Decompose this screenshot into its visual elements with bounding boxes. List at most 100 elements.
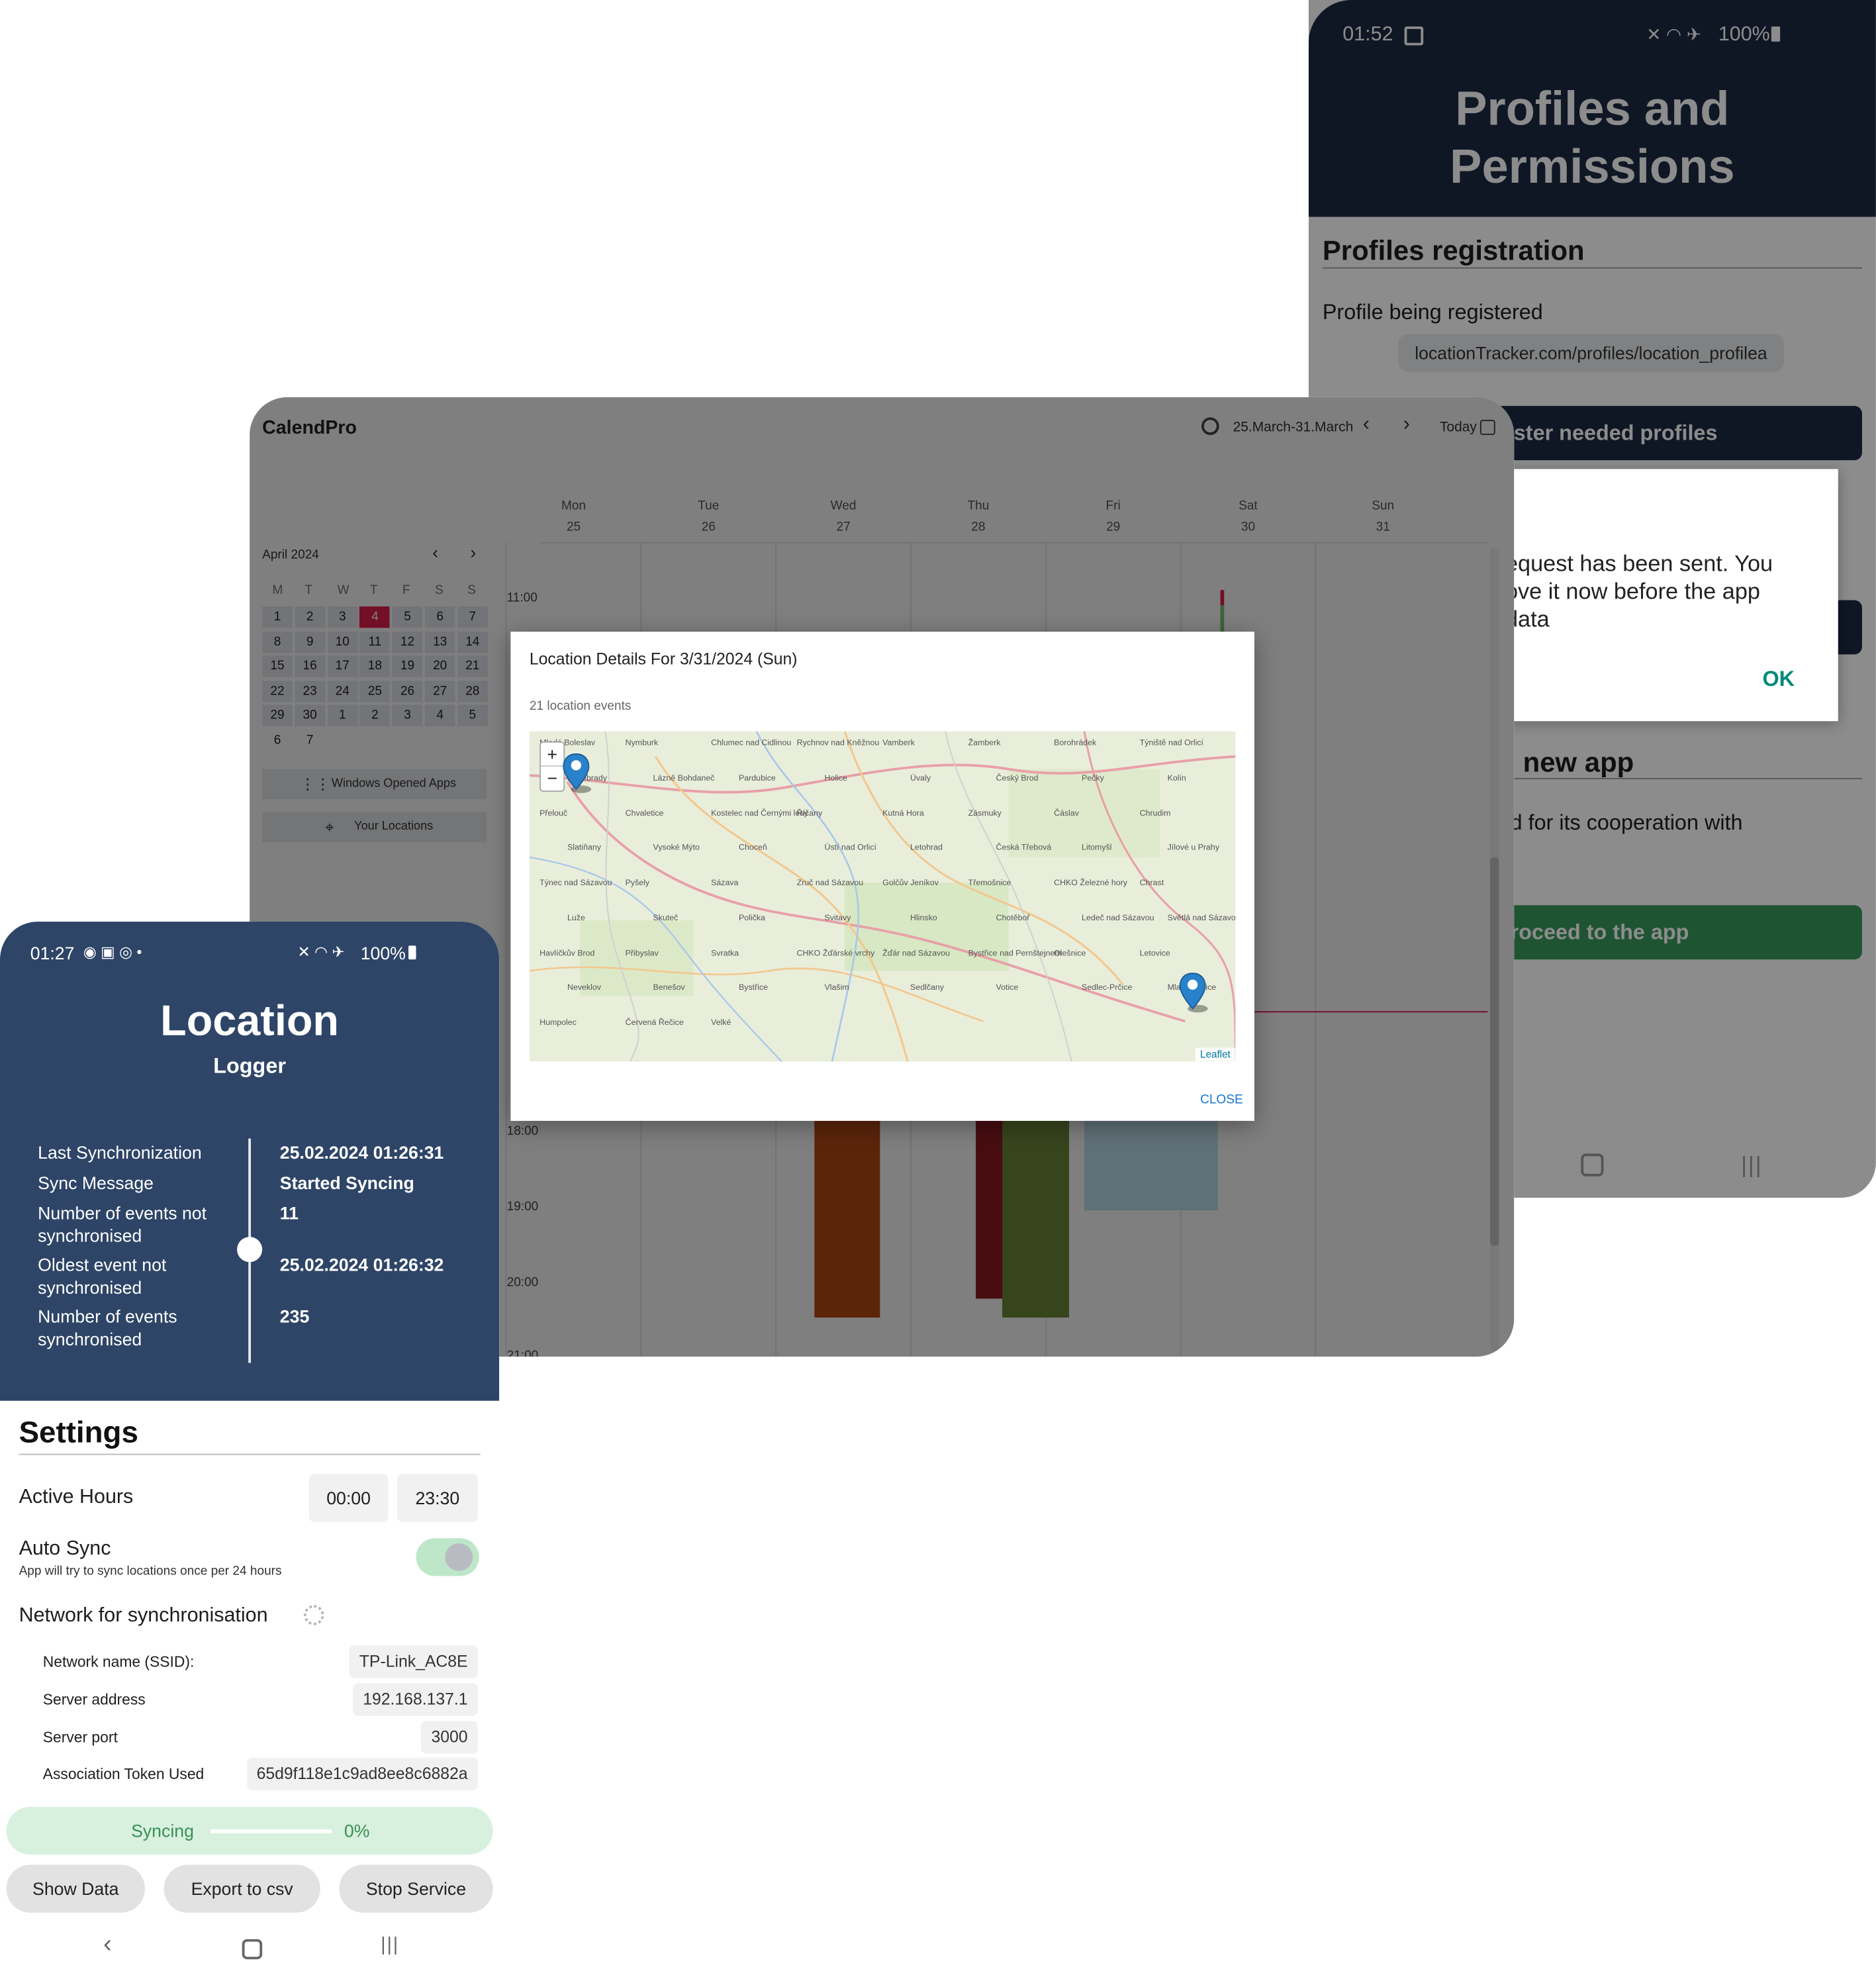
airplane-icon: ✈ (332, 943, 345, 961)
map-place-label: Jílové u Prahy (1167, 844, 1220, 853)
map-place-label: Olešnice (1054, 949, 1086, 958)
map-place-label: Zruč nad Sázavou (796, 879, 864, 888)
show-data-button[interactable]: Show Data (6, 1864, 146, 1913)
map-place-label: Chrudim (1139, 808, 1171, 818)
modal-title: Location Details For 3/31/2024 (Sun) (529, 649, 798, 669)
back-icon[interactable]: ‹ (103, 1930, 112, 1959)
map-marker-icon[interactable] (1178, 971, 1208, 1014)
map-place-label: Ústí nad Orlicí (824, 844, 876, 853)
map-place-label: Kostelec nad Černými lesy (711, 808, 808, 818)
map-place-label: Benešov (653, 984, 685, 993)
map-place-label: Říčany (796, 808, 823, 818)
map-place-label: Borohrádek (1054, 738, 1097, 748)
network-label: Network for synchronisation (19, 1605, 268, 1627)
map-marker-icon[interactable] (561, 751, 592, 795)
recent-apps-icon[interactable]: ||| (1741, 1153, 1762, 1179)
mute-icon: ✕ (297, 943, 310, 961)
map-place-label: Pečky (1082, 773, 1104, 783)
server-port-label: Server port (42, 1728, 118, 1747)
location-logger-phone-screen: 01:27 ◉ ▣ ◎ • ✕ ◠ ✈ 100% Location Logger… (0, 922, 500, 1977)
dialog-message: equest has been sent. You ove it now bef… (1505, 551, 1773, 632)
zoom-in-button[interactable]: + (541, 743, 564, 767)
map-place-label: Chvaletice (625, 808, 664, 818)
map-place-label: Velké (711, 1019, 731, 1028)
battery-level: 100% (360, 943, 406, 963)
map-place-label: Skuteč (653, 914, 679, 923)
wifi-icon: ◠ (314, 943, 328, 961)
recent-apps-icon[interactable]: ||| (381, 1934, 399, 1955)
export-csv-button[interactable]: Export to csv (164, 1864, 320, 1913)
auto-sync-toggle[interactable] (416, 1538, 479, 1576)
map-place-label: Červená Řečice (625, 1019, 684, 1028)
active-to-input[interactable]: 23:30 (397, 1474, 478, 1522)
request-dialog: equest has been sent. You ove it now bef… (1460, 469, 1838, 722)
token-value: 65d9f118e1c9ad8ee8c6882a (246, 1757, 478, 1791)
stop-service-button[interactable]: Stop Service (339, 1864, 493, 1913)
map-place-label: Žamberk (968, 738, 1001, 748)
map-place-label: Přelouč (539, 808, 568, 818)
map-place-label: CHKO Železné hory (1054, 879, 1127, 888)
events-not-synced-label: Number of events not synchronised (38, 1202, 207, 1246)
map-place-label: Svratka (711, 949, 739, 958)
map-place-label: Luže (567, 914, 585, 923)
map-place-label: Holice (824, 773, 847, 783)
map-place-label: Vysoké Mýto (653, 844, 700, 853)
map[interactable]: Mladá Boleslav Nymburk Chlumec nad Cidlino… (529, 731, 1236, 1062)
map-place-label: Sázava (711, 879, 739, 888)
ssid-value: TP-Link_AC8E (349, 1645, 478, 1678)
map-place-label: Chrast (1139, 879, 1164, 888)
location-header: 01:27 ◉ ▣ ◎ • ✕ ◠ ✈ 100% Location Logger… (0, 922, 500, 1401)
progress-percent: 0% (344, 1820, 370, 1841)
divider (19, 1453, 481, 1455)
events-synced-value: 235 (279, 1306, 310, 1327)
more-dot-icon: • (136, 943, 142, 961)
home-icon[interactable] (242, 1939, 263, 1960)
map-place-label: Letovice (1139, 949, 1170, 958)
map-place-label: Golčův Jeníkov (882, 879, 939, 888)
map-place-label: Slatiňany (567, 844, 601, 853)
map-place-label: Žďár nad Sázavou (882, 949, 951, 958)
map-place-label: Letohrad (910, 844, 943, 853)
active-hours-label: Active Hours (19, 1486, 134, 1508)
map-place-label: Čáslav (1054, 808, 1080, 818)
map-place-label: Lázně Bohdaneč (653, 773, 715, 783)
map-place-label: Humpolec (539, 1019, 577, 1028)
dialog-ok-button[interactable]: OK (1762, 667, 1795, 692)
map-place-label: Bystřice nad Pernštejnem (968, 949, 1062, 958)
map-place-label: Hlinsko (910, 914, 937, 923)
progress-track (211, 1829, 332, 1833)
map-attribution[interactable]: Leaflet (1195, 1047, 1236, 1062)
map-place-label: Vlašim (824, 984, 849, 993)
map-place-label: Kolín (1167, 773, 1186, 783)
map-place-label: Úvaly (910, 773, 931, 783)
status-time: 01:27 (30, 943, 75, 963)
map-place-label: Český Brod (996, 773, 1039, 783)
oldest-event-label: Oldest event not synchronised (38, 1254, 167, 1298)
map-place-label: CHKO Žďárské vrchy (796, 949, 875, 958)
location-details-modal: Location Details For 3/31/2024 (Sun) 21 … (510, 632, 1254, 1121)
map-place-label: Havlíčkův Brod (539, 949, 595, 958)
zoom-out-button[interactable]: − (541, 767, 563, 791)
whatsapp-icon: ◎ (119, 943, 132, 961)
map-place-label: Pardubice (739, 773, 776, 783)
map-place-label: Rychnov nad Kněžnou (796, 738, 880, 748)
token-label: Association Token Used (42, 1765, 205, 1783)
syncing-label: Syncing (131, 1820, 194, 1841)
status-icons: ✕ ◠ ✈ (297, 943, 344, 961)
close-button[interactable]: CLOSE (1200, 1093, 1243, 1107)
gallery-icon: ▣ (101, 943, 115, 961)
network-settings-gear-icon[interactable] (303, 1605, 324, 1625)
map-place-label: Litomyšl (1082, 844, 1112, 853)
app-notification-icon: ◉ (83, 943, 97, 961)
map-place-label: Sedlec-Prčice (1082, 984, 1133, 993)
map-place-label: Votice (996, 984, 1019, 993)
sync-message-label: Sync Message (38, 1172, 154, 1193)
map-place-label: Zásmuky (968, 808, 1002, 818)
active-from-input[interactable]: 00:00 (308, 1474, 389, 1522)
map-place-label: Sedlčany (910, 984, 944, 993)
map-labels: Mladá Boleslav Nymburk Chlumec nad Cidlino… (530, 731, 1235, 1061)
home-icon[interactable] (1581, 1153, 1604, 1177)
sync-progress-bar: Syncing 0% (6, 1806, 493, 1855)
last-sync-label: Last Synchronization (38, 1142, 202, 1163)
map-place-label: Třemošnice (968, 879, 1011, 888)
